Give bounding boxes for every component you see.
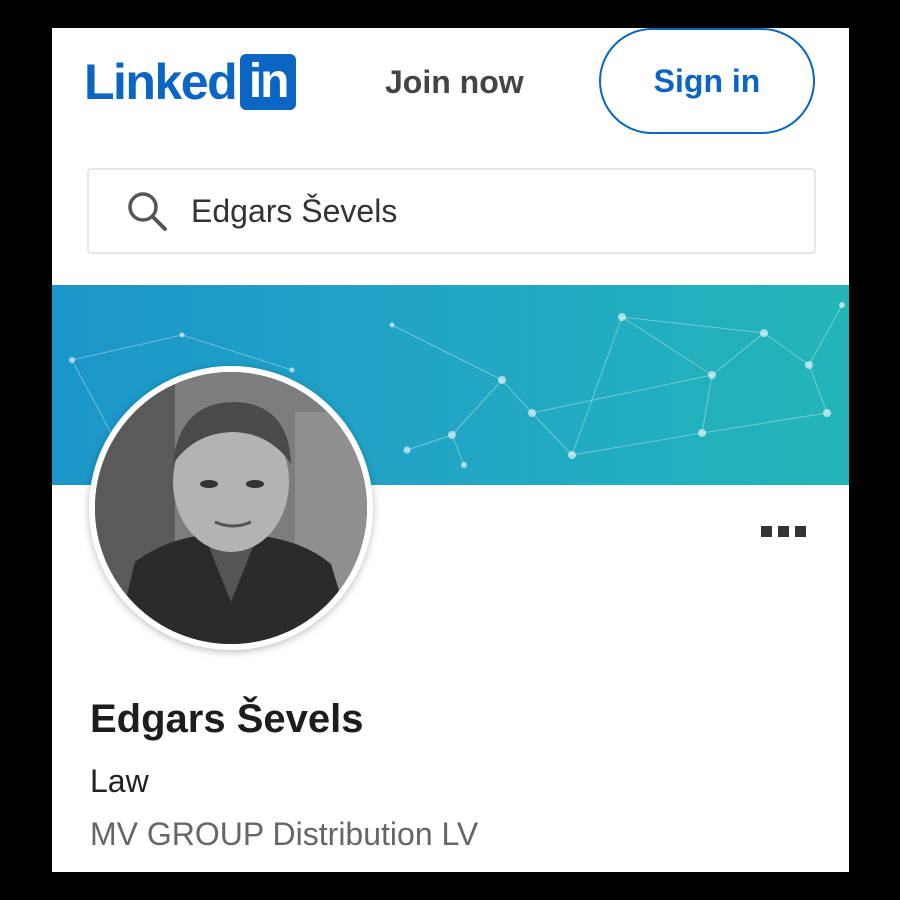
search-input[interactable] — [189, 191, 753, 231]
person-silhouette — [95, 372, 367, 644]
search-icon — [128, 192, 167, 231]
join-now-link[interactable]: Join now — [385, 62, 524, 102]
more-dot — [778, 526, 789, 537]
linkedin-logo[interactable]: Linked in — [84, 52, 297, 112]
more-options-icon[interactable] — [757, 522, 810, 541]
more-dot — [795, 526, 806, 537]
sign-in-button[interactable]: Sign in — [599, 28, 815, 134]
logo-in-box: in — [240, 54, 297, 110]
profile-company: MV GROUP Distribution LV — [90, 816, 479, 852]
logo-wordmark: Linked — [84, 54, 238, 110]
profile-headline: Law — [90, 763, 149, 799]
profile-avatar[interactable] — [89, 366, 373, 650]
linkedin-profile-screen: Linked in Join now Sign in Edgars Ševels… — [52, 28, 849, 872]
search-bar[interactable] — [87, 168, 816, 254]
profile-photo — [95, 372, 367, 644]
more-dot — [761, 526, 772, 537]
profile-name: Edgars Ševels — [90, 697, 364, 741]
